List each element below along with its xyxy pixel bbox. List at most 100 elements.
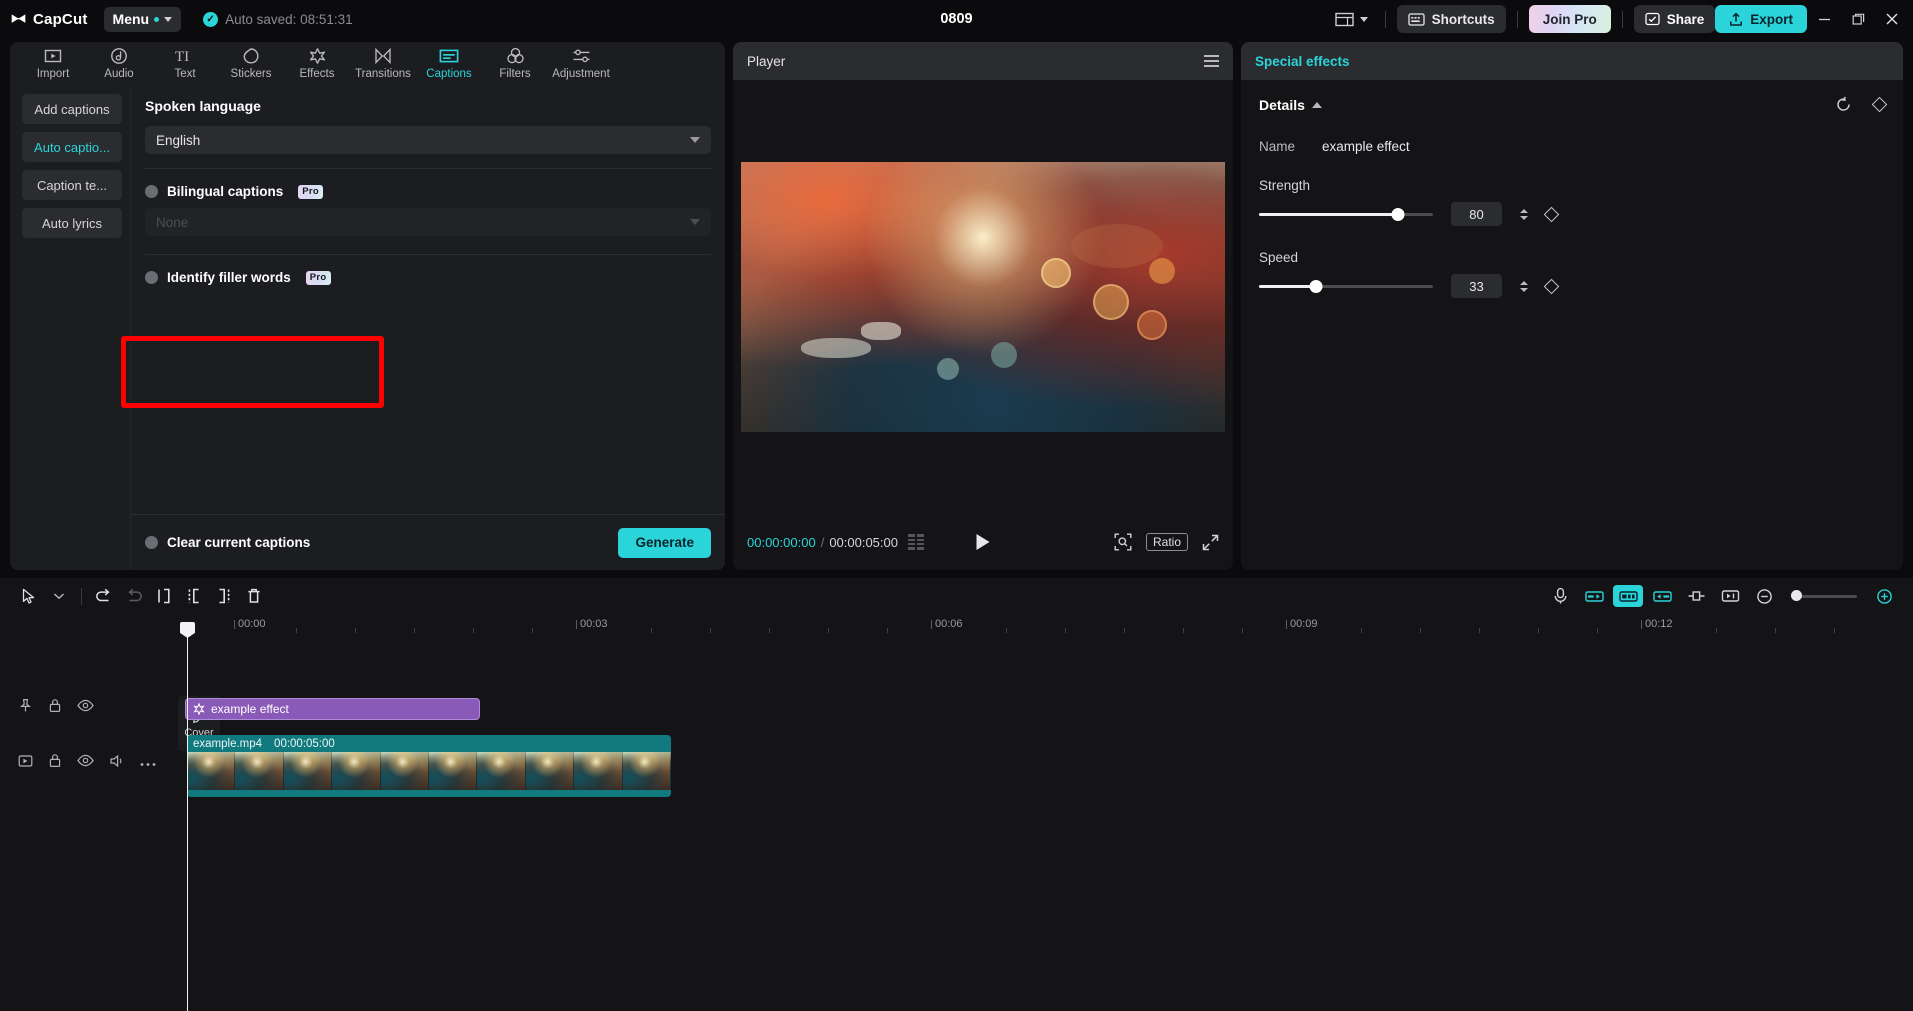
freeze-icon[interactable] <box>1715 581 1745 611</box>
tab-stickers[interactable]: Stickers <box>218 42 284 84</box>
volume-icon[interactable] <box>109 754 125 773</box>
special-effects-header: Special effects <box>1241 42 1903 80</box>
undo-icon[interactable] <box>89 581 119 611</box>
effect-clip[interactable]: example effect <box>185 698 480 720</box>
thumbnail <box>380 752 430 790</box>
hamburger-icon[interactable] <box>1204 55 1219 67</box>
speed-stepper[interactable] <box>1520 280 1528 292</box>
minimize-button[interactable] <box>1807 4 1841 34</box>
tab-transitions[interactable]: Transitions <box>350 42 416 84</box>
trim-right-icon[interactable] <box>209 581 239 611</box>
fullscreen-icon[interactable] <box>1202 534 1219 551</box>
maximize-button[interactable] <box>1841 4 1875 34</box>
strength-slider[interactable] <box>1259 207 1433 221</box>
sidebar-item-auto-lyrics[interactable]: Auto lyrics <box>22 208 122 238</box>
split-icon[interactable] <box>149 581 179 611</box>
sidebar-item-label: Caption te... <box>36 177 108 193</box>
playhead[interactable] <box>180 622 195 1011</box>
redo-icon[interactable] <box>119 581 149 611</box>
sidebar-item-add-captions[interactable]: Add captions <box>22 94 122 124</box>
ruler-tick: 00:12 <box>1641 618 1673 630</box>
timeline-ruler[interactable]: 00:00 00:03 00:06 00:09 00:12 <box>0 614 1913 638</box>
shortcuts-label: Shortcuts <box>1431 11 1495 27</box>
player-title: Player <box>747 53 786 69</box>
stickers-icon <box>242 47 260 66</box>
menu-button[interactable]: Menu <box>103 6 182 32</box>
strength-slider-thumb[interactable] <box>1391 207 1405 221</box>
play-button[interactable] <box>976 534 990 550</box>
zoom-slider[interactable] <box>1791 590 1857 601</box>
keyframe-diamond-icon[interactable] <box>1543 278 1560 294</box>
strength-input[interactable]: 80 <box>1451 202 1502 226</box>
pro-badge: Pro <box>305 270 331 285</box>
trim-left-icon[interactable] <box>179 581 209 611</box>
tab-import[interactable]: Import <box>20 42 86 84</box>
tab-effects[interactable]: Effects <box>284 42 350 84</box>
name-label: Name <box>1259 139 1296 154</box>
menu-label: Menu <box>112 11 150 27</box>
panel-title: Special effects <box>1255 53 1350 69</box>
layout-button[interactable] <box>1329 8 1374 31</box>
tab-captions[interactable]: Captions <box>416 42 482 84</box>
chevron-up-icon[interactable] <box>1311 101 1322 108</box>
zoom-in-icon[interactable] <box>1869 581 1899 611</box>
join-pro-button[interactable]: Join Pro <box>1528 5 1611 33</box>
lock-icon[interactable] <box>48 698 62 718</box>
speed-input[interactable]: 33 <box>1451 274 1502 298</box>
timeline-toolbar <box>0 578 1913 614</box>
lock-icon[interactable] <box>48 753 62 773</box>
video-thumbnail-strip <box>187 752 671 790</box>
toggle-knob-icon[interactable] <box>145 536 158 549</box>
spoken-language-select[interactable]: English <box>145 126 711 154</box>
dropdown-chevron-icon[interactable] <box>44 581 74 611</box>
tab-text[interactable]: TI Text <box>152 42 218 84</box>
export-button[interactable]: Export <box>1715 5 1807 33</box>
zoom-fit-icon[interactable] <box>1114 533 1132 551</box>
generate-button[interactable]: Generate <box>618 527 711 558</box>
ratio-button[interactable]: Ratio <box>1145 533 1188 551</box>
video-preview[interactable] <box>741 162 1225 432</box>
video-track-icon[interactable] <box>18 754 33 773</box>
bilingual-captions-toggle-row[interactable]: Bilingual captions Pro <box>145 169 711 208</box>
auto-edit-icon[interactable] <box>1613 585 1643 607</box>
mirror-right-icon[interactable] <box>1647 585 1677 607</box>
identify-filler-words-toggle-row[interactable]: Identify filler words Pro <box>145 255 711 294</box>
capcut-logo-icon <box>11 13 26 23</box>
select-arrow-icon[interactable] <box>14 581 44 611</box>
close-button[interactable] <box>1875 4 1909 34</box>
keyframe-diamond-icon[interactable] <box>1871 96 1888 113</box>
speed-slider-thumb[interactable] <box>1309 279 1323 293</box>
pin-icon[interactable] <box>18 698 33 718</box>
share-button[interactable]: Share <box>1633 5 1716 33</box>
tab-adjustment[interactable]: Adjustment <box>548 42 614 84</box>
crop-icon[interactable] <box>1681 581 1711 611</box>
mirror-left-icon[interactable] <box>1579 585 1609 607</box>
strength-stepper[interactable] <box>1520 208 1528 220</box>
sidebar-item-auto-captions[interactable]: Auto captio... <box>22 132 122 162</box>
delete-icon[interactable] <box>239 581 269 611</box>
minimize-icon <box>1818 18 1830 20</box>
sidebar-item-label: Auto captio... <box>34 139 110 155</box>
bilingual-language-placeholder: None <box>156 214 189 230</box>
sidebar-item-caption-templates[interactable]: Caption te... <box>22 170 122 200</box>
eye-icon[interactable] <box>77 754 94 772</box>
details-section: Details Name example effect Strength 80 … <box>1241 80 1903 298</box>
bokeh-light <box>1071 224 1163 268</box>
timeline-toolbar-right <box>1545 581 1899 611</box>
eye-icon[interactable] <box>77 699 94 717</box>
grid-icon[interactable] <box>908 534 924 550</box>
bilingual-language-select[interactable]: None <box>145 208 711 236</box>
more-options-icon[interactable] <box>140 754 156 772</box>
shortcuts-button[interactable]: Shortcuts <box>1396 5 1506 33</box>
video-clip[interactable]: example.mp4 00:00:05:00 <box>187 735 671 797</box>
speed-slider[interactable] <box>1259 279 1433 293</box>
zoom-slider-thumb[interactable] <box>1791 590 1802 601</box>
zoom-out-icon[interactable] <box>1749 581 1779 611</box>
microphone-icon[interactable] <box>1545 581 1575 611</box>
reset-icon[interactable] <box>1835 96 1852 113</box>
tab-audio[interactable]: Audio <box>86 42 152 84</box>
tab-filters[interactable]: Filters <box>482 42 548 84</box>
audio-icon <box>110 47 128 66</box>
chevron-down-icon <box>690 219 700 225</box>
keyframe-diamond-icon[interactable] <box>1543 206 1560 222</box>
